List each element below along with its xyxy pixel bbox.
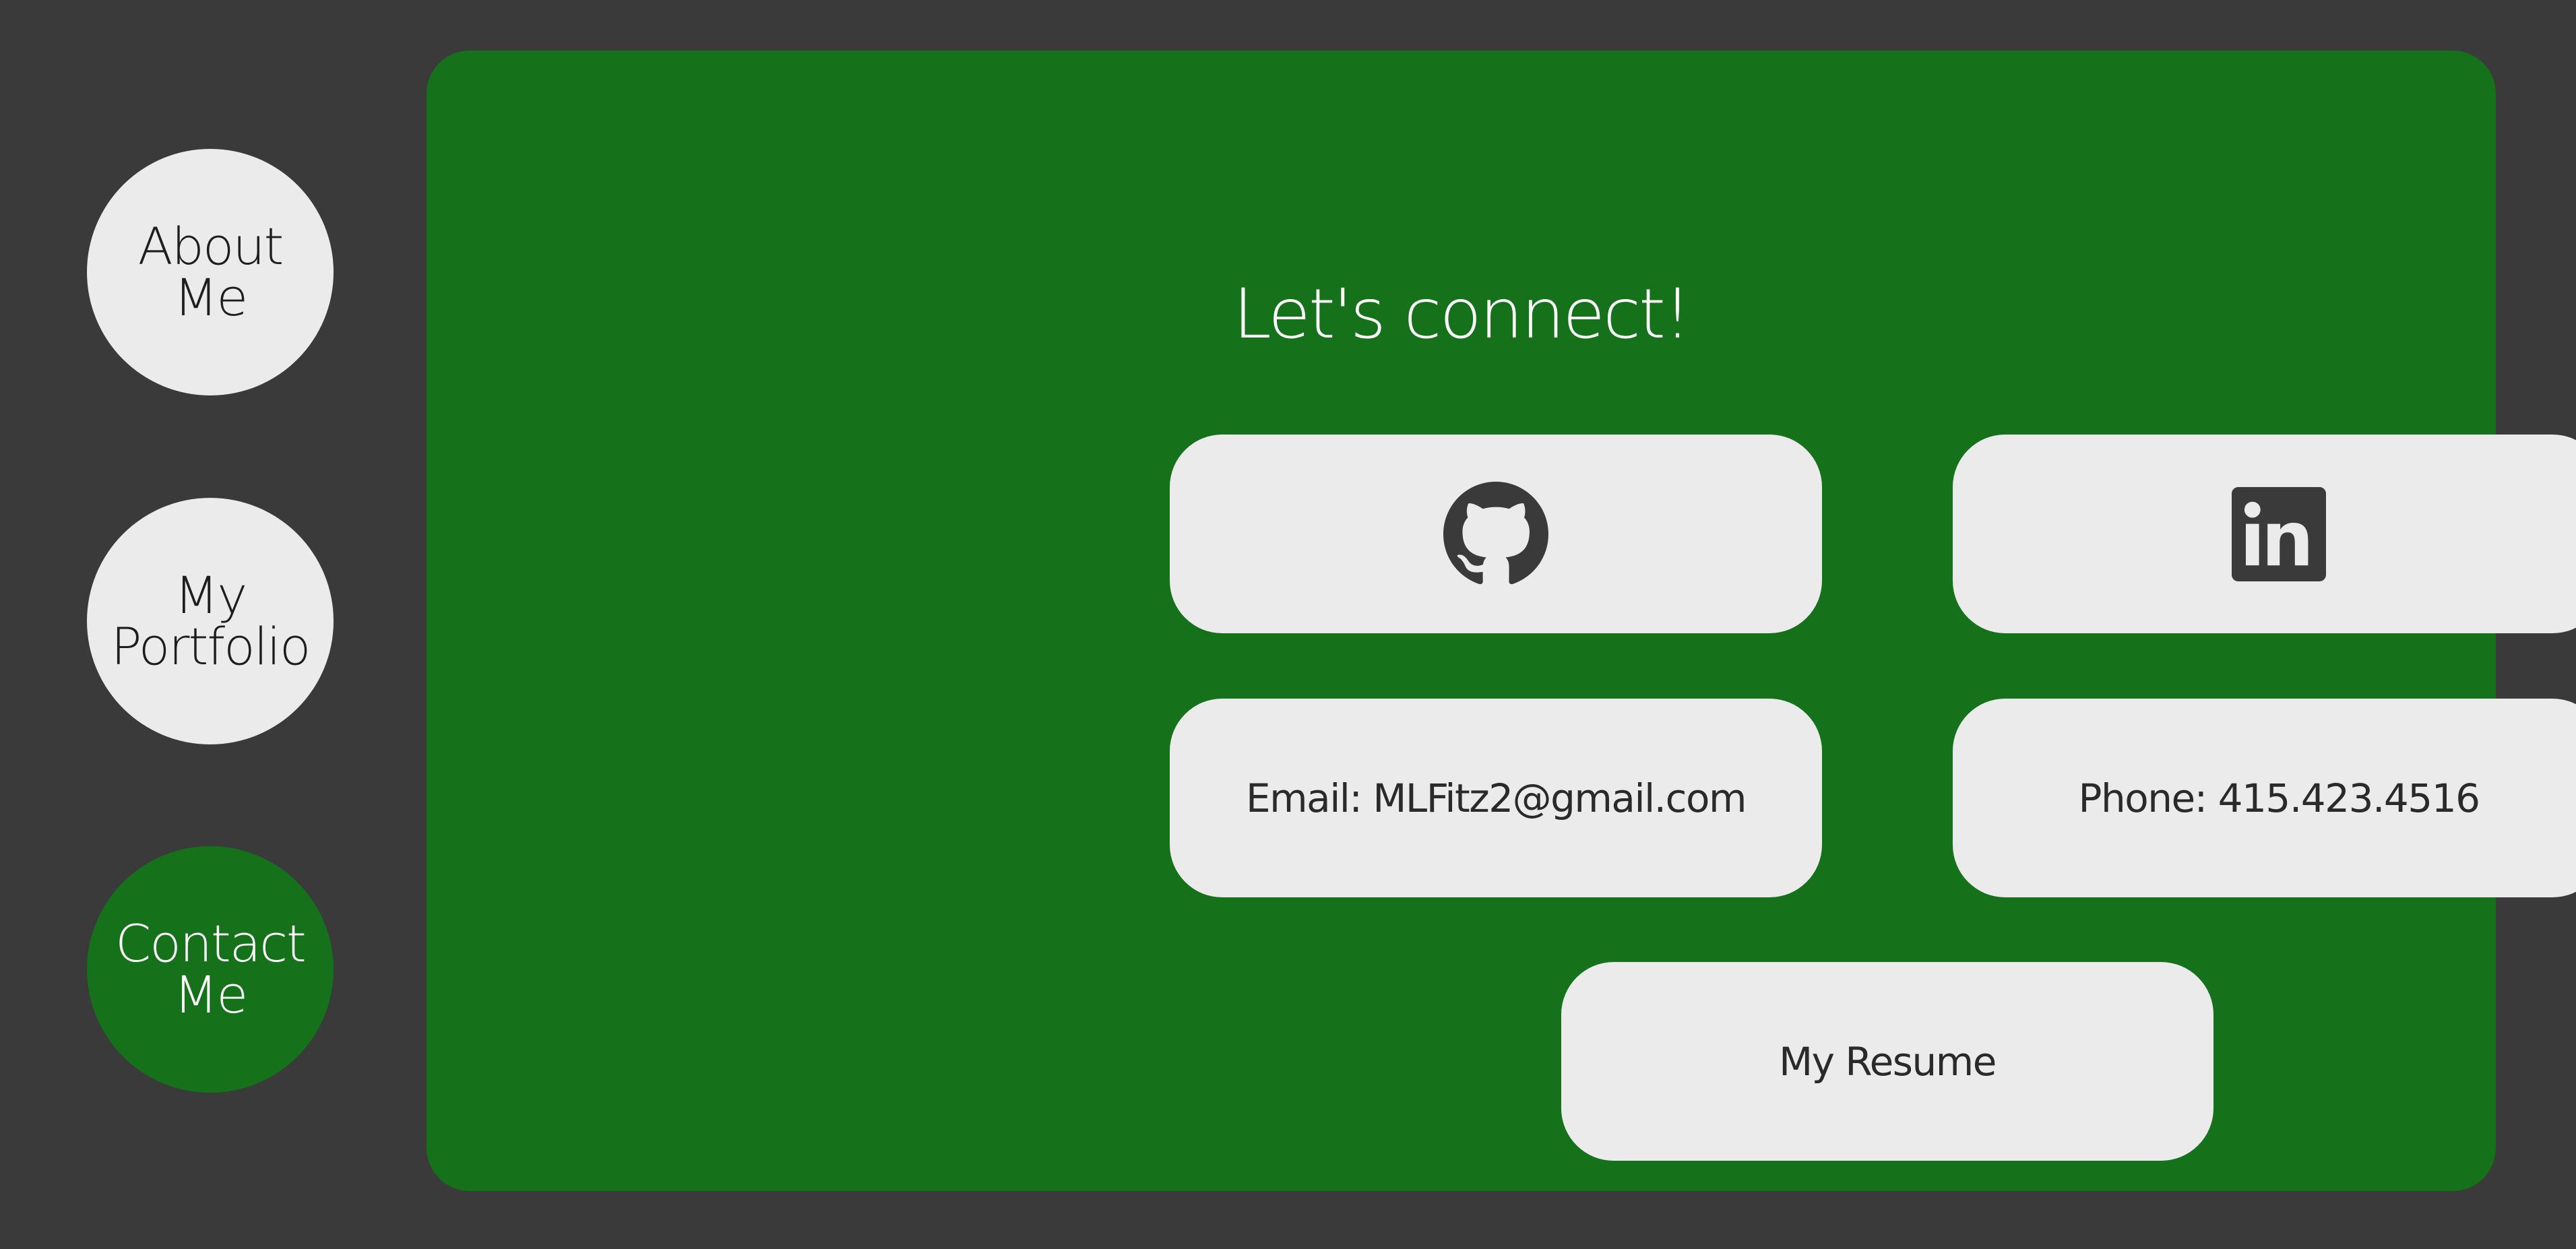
email-label: Email: MLFitz2@gmail.com [1246,775,1747,821]
resume-link-button[interactable]: My Resume [1561,962,2213,1161]
nav-my-portfolio-label: My Portfolio [111,565,311,676]
resume-label: My Resume [1779,1038,1997,1085]
nav-contact-me-label: Contact Me [115,914,307,1025]
linkedin-link-button[interactable] [1953,435,2576,633]
linkedin-icon [2232,486,2326,581]
github-link-button[interactable] [1170,435,1822,633]
nav-about-me-label: About Me [137,216,284,327]
nav-my-portfolio-button[interactable]: My Portfolio [87,498,334,744]
github-icon [1443,481,1548,587]
phone-label: Phone: 415.423.4516 [2078,775,2480,821]
page-title: Let's connect! [1233,274,1691,354]
nav-contact-me-button[interactable]: Contact Me [87,846,334,1093]
contact-panel: Let's connect! Email: MLFitz2@gmail.com … [427,51,2576,1191]
phone-link-button[interactable]: Phone: 415.423.4516 [1953,699,2576,897]
nav-about-me-button[interactable]: About Me [87,149,334,395]
email-link-button[interactable]: Email: MLFitz2@gmail.com [1170,699,1822,897]
